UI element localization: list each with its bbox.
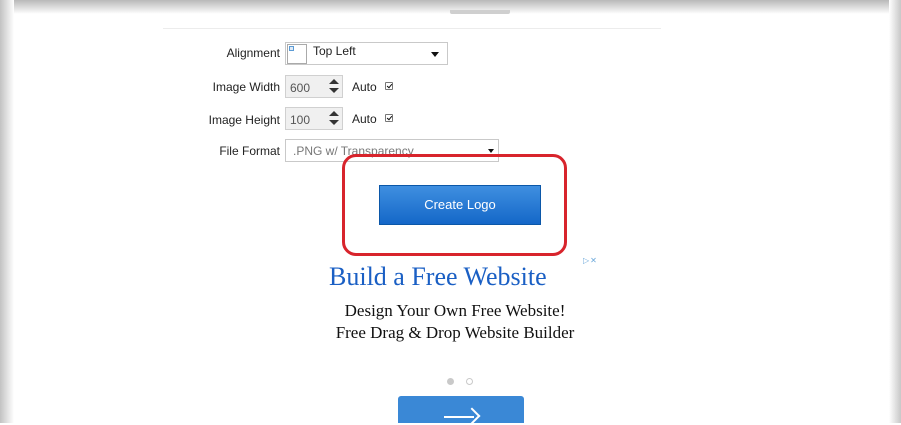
stepper-up-icon: [329, 111, 339, 116]
image-width-value: 600: [290, 81, 311, 95]
file-format-label: File Format: [219, 144, 280, 158]
stepper-down-icon: [329, 88, 339, 93]
carousel-dot[interactable]: [466, 378, 473, 385]
alignment-preview-icon: [287, 44, 307, 64]
image-height-auto-label: Auto: [352, 112, 377, 126]
alignment-select[interactable]: Top Left: [285, 42, 448, 65]
ad-description: Design Your Own Free Website! Free Drag …: [335, 301, 575, 342]
chevron-down-icon: [488, 149, 494, 153]
image-width-stepper[interactable]: [328, 79, 340, 95]
carousel-dot-active[interactable]: [447, 378, 454, 385]
ad-cta-button[interactable]: [398, 396, 524, 425]
ad-title-link[interactable]: Build a Free Website: [329, 262, 594, 292]
ad-choices-icon[interactable]: ▷✕: [583, 256, 598, 265]
alignment-select-value: Top Left: [313, 44, 356, 58]
chevron-down-icon: [431, 52, 439, 57]
annotation-highlight: [342, 154, 567, 256]
image-height-stepper[interactable]: [328, 111, 340, 127]
image-height-label: Image Height: [208, 113, 280, 127]
image-width-label: Image Width: [212, 80, 280, 94]
image-width-auto-label: Auto: [352, 80, 377, 94]
image-width-input[interactable]: 600: [285, 75, 343, 98]
stepper-down-icon: [329, 120, 339, 125]
image-height-auto-checkbox[interactable]: [385, 114, 393, 122]
tab-edge: [450, 10, 510, 14]
section-divider: [163, 28, 661, 29]
alignment-label: Alignment: [226, 46, 280, 60]
arrow-right-icon-head: [463, 407, 481, 425]
window-shadow-left: [0, 0, 14, 423]
image-height-value: 100: [290, 113, 311, 127]
window-shadow-right: [889, 0, 901, 423]
image-height-input[interactable]: 100: [285, 107, 343, 130]
image-width-auto-checkbox[interactable]: [385, 82, 393, 90]
stepper-up-icon: [329, 79, 339, 84]
